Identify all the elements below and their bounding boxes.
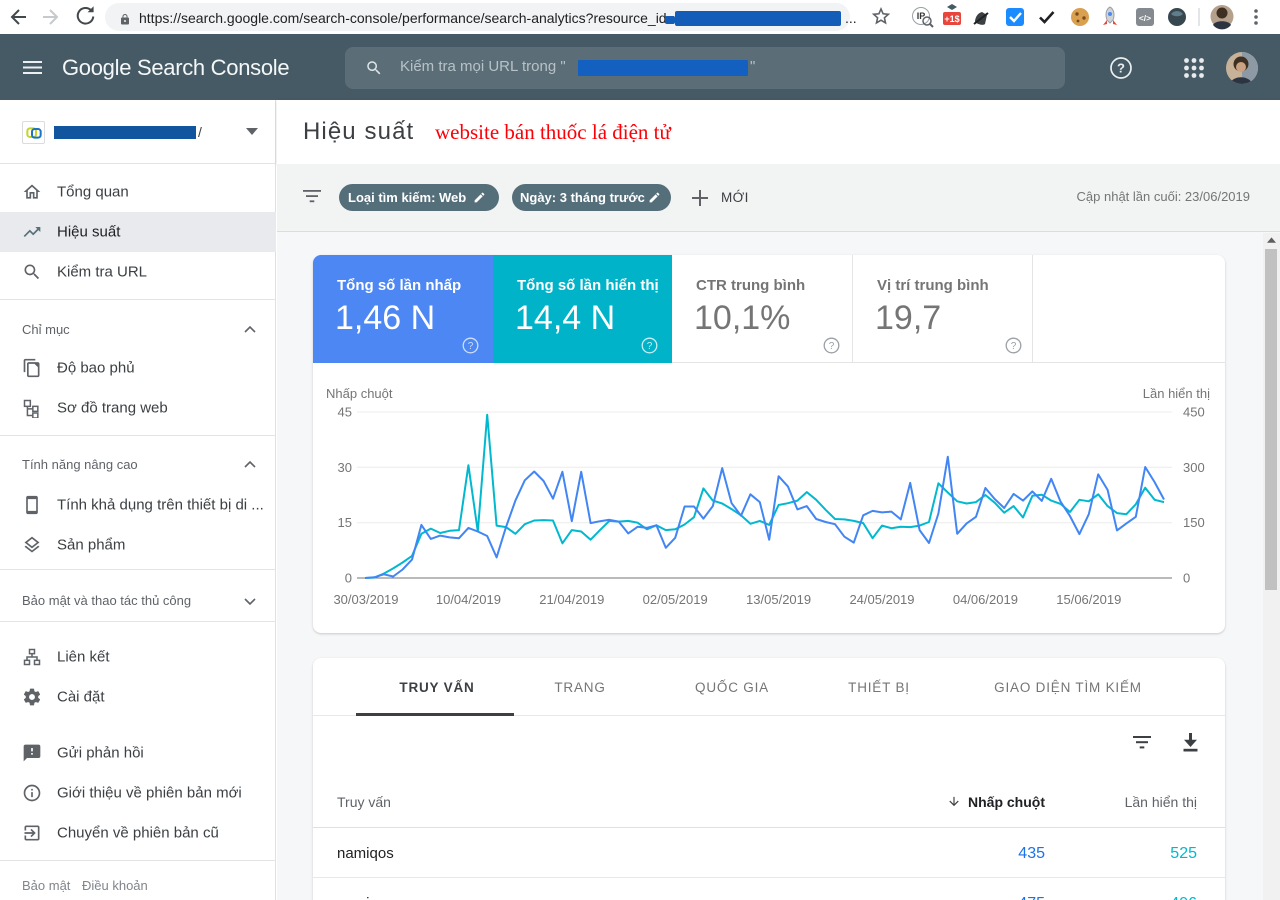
svg-text:?: ?: [647, 341, 653, 352]
svg-text:</>: </>: [1139, 13, 1151, 23]
svg-text:?: ?: [1011, 341, 1017, 352]
svg-text:13/05/2019: 13/05/2019: [746, 592, 811, 607]
svg-text:?: ?: [468, 341, 474, 352]
svg-text:30: 30: [338, 460, 352, 475]
svg-text:150: 150: [1183, 515, 1205, 530]
svg-text:45: 45: [338, 405, 352, 420]
svg-text:24/05/2019: 24/05/2019: [849, 592, 914, 607]
svg-text:Nhấp chuột: Nhấp chuột: [326, 386, 393, 401]
svg-text:15: 15: [338, 515, 352, 530]
svg-text:Lần hiển thị: Lần hiển thị: [1143, 386, 1210, 401]
svg-text:30/03/2019: 30/03/2019: [333, 592, 398, 607]
svg-text:10/04/2019: 10/04/2019: [436, 592, 501, 607]
svg-text:?: ?: [829, 341, 835, 352]
svg-text:21/04/2019: 21/04/2019: [539, 592, 604, 607]
svg-text:0: 0: [345, 571, 352, 586]
svg-text:?: ?: [1117, 61, 1125, 76]
svg-text:0: 0: [1183, 571, 1190, 586]
svg-text:450: 450: [1183, 405, 1205, 420]
svg-text:04/06/2019: 04/06/2019: [953, 592, 1018, 607]
svg-text:02/05/2019: 02/05/2019: [643, 592, 708, 607]
svg-text:300: 300: [1183, 460, 1205, 475]
svg-text:+1$: +1$: [944, 14, 959, 24]
svg-text:15/06/2019: 15/06/2019: [1056, 592, 1121, 607]
